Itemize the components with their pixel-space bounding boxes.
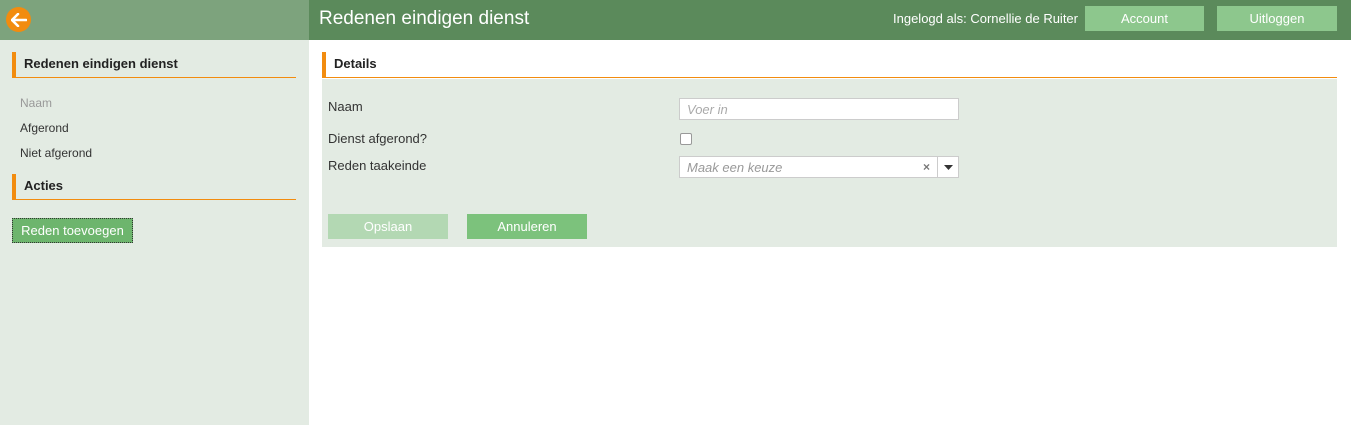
details-title: Details <box>322 52 1337 78</box>
clear-icon[interactable]: × <box>923 160 930 174</box>
reason-select-placeholder: Maak een keuze <box>687 160 783 175</box>
sidebar-filter-niet-afgerond[interactable]: Niet afgerond <box>20 146 92 160</box>
dropdown-toggle[interactable] <box>937 157 958 177</box>
top-bar-left <box>0 0 309 40</box>
page-title: Redenen eindigen dienst <box>319 8 530 29</box>
sidebar-actions-title: Acties <box>12 174 296 200</box>
name-input[interactable] <box>679 98 959 120</box>
logged-in-user: Ingelogd als: Cornellie de Ruiter <box>893 11 1078 26</box>
completed-label: Dienst afgerond? <box>328 131 428 146</box>
top-bar: Redenen eindigen dienst Ingelogd als: Co… <box>0 0 1351 40</box>
reason-select[interactable]: Maak een keuze × <box>679 156 959 178</box>
caret-down-icon <box>943 164 953 170</box>
add-reason-button[interactable]: Reden toevoegen <box>12 218 133 243</box>
sidebar-filter-naam[interactable]: Naam <box>20 96 52 110</box>
sidebar-filter-afgerond[interactable]: Afgerond <box>20 121 69 135</box>
back-button[interactable] <box>6 7 31 32</box>
logout-button[interactable]: Uitloggen <box>1217 6 1337 31</box>
reason-label: Reden taakeinde <box>328 158 427 173</box>
sidebar-section-title: Redenen eindigen dienst <box>12 52 296 78</box>
account-button[interactable]: Account <box>1085 6 1204 31</box>
sidebar: Redenen eindigen dienst Naam Afgerond Ni… <box>0 40 309 425</box>
arrow-left-icon <box>10 12 27 27</box>
name-label: Naam <box>328 99 363 114</box>
save-button[interactable]: Opslaan <box>328 214 448 239</box>
completed-checkbox[interactable] <box>680 133 692 145</box>
cancel-button[interactable]: Annuleren <box>467 214 587 239</box>
